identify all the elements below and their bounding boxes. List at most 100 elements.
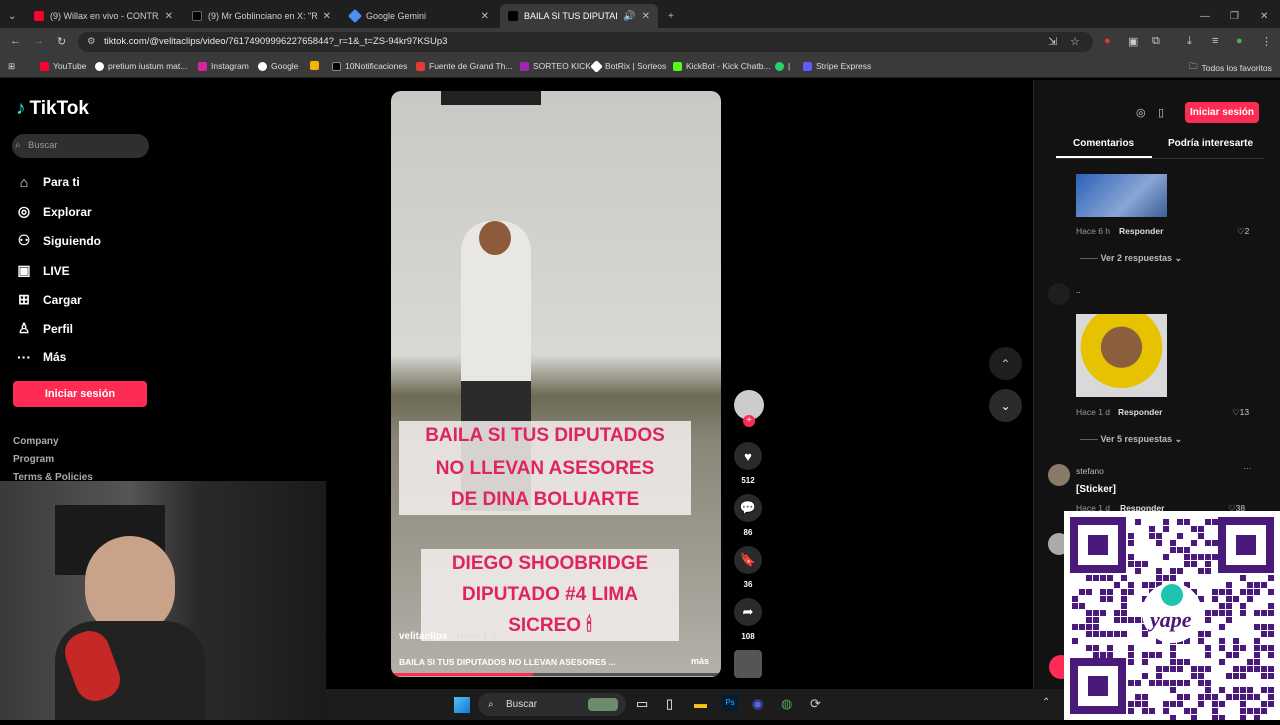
comment-sticker-image[interactable] [1076, 174, 1167, 217]
bookmark-google[interactable]: Google [258, 61, 298, 71]
tab-comentarios[interactable]: Comentarios [1073, 138, 1134, 149]
bookmark-pinwheel[interactable] [310, 61, 319, 70]
maximize-button[interactable]: ❐ [1222, 4, 1246, 28]
windows-start-icon[interactable] [454, 697, 470, 713]
close-icon[interactable]: ✕ [323, 11, 331, 22]
install-icon[interactable]: ⇲ [1048, 35, 1057, 48]
extension-icon[interactable]: ▣ [1128, 35, 1138, 48]
video-more-link[interactable]: más [691, 656, 709, 666]
view-replies-button[interactable]: —— Ver 2 respuestas ⌄ [1080, 253, 1182, 264]
search-input[interactable]: ⌕ Buscar [12, 134, 149, 158]
tab-x[interactable]: (9) Mr Goblinciano en X: "RAFA✕ [184, 4, 339, 28]
comment-user[interactable]: stefano [1076, 466, 1104, 476]
all-favorites[interactable]: 🗀 Todos los favoritos [1189, 61, 1272, 75]
bookmark-youtube[interactable]: YouTube [40, 61, 86, 71]
close-icon[interactable]: ✕ [642, 11, 650, 22]
close-icon[interactable]: ✕ [165, 11, 173, 22]
nav-explorar[interactable]: ◎ Explorar [16, 203, 92, 220]
audio-icon[interactable]: 🔊 [623, 11, 635, 22]
video-author[interactable]: velitaclips [399, 631, 447, 642]
reload-icon[interactable]: ↻ [57, 35, 66, 48]
file-explorer-icon[interactable]: ▬ [694, 696, 707, 711]
download-icon[interactable]: ⤓ [1187, 35, 1192, 48]
bookmark-kickbot[interactable]: KickBot - Kick Chatb... [673, 61, 771, 71]
next-video-button[interactable]: ⌄ [989, 389, 1022, 422]
back-icon[interactable]: ← [10, 35, 21, 47]
url-field[interactable]: ⚙ tiktok.com/@velitaclips/video/76174909… [78, 32, 1093, 52]
nav-perfil[interactable]: ♙ Perfil [16, 320, 73, 337]
taskbar-search[interactable]: ⌕ Buscar [478, 693, 626, 716]
app-icon[interactable]: ⟳ [810, 696, 821, 712]
discord-icon[interactable]: ◉ [752, 696, 763, 712]
footer-company[interactable]: Company [13, 436, 59, 447]
tray-chevron-up-icon[interactable]: ⌃ [1042, 697, 1050, 708]
tiktok-logo[interactable]: ♪ TikTok [16, 98, 89, 120]
like-button[interactable]: ♥ 512 [734, 442, 762, 485]
nav-siguiendo[interactable]: ⚇ Siguiendo [16, 232, 101, 249]
nav-para-ti[interactable]: ⌂ Para ti [16, 174, 80, 190]
tab-podria-interesarte[interactable]: Podría interesarte [1168, 138, 1253, 149]
coin-icon[interactable]: ◎ [1136, 106, 1146, 119]
bookmark-whatsapp[interactable]: | [775, 61, 790, 71]
nav-live[interactable]: ▣ LIVE [16, 262, 69, 279]
header-login-button[interactable]: Iniciar sesión [1185, 102, 1259, 123]
comment-icon: 💬 [734, 494, 762, 522]
minimize-button[interactable]: — [1192, 4, 1216, 28]
comment-like[interactable]: ♡2 [1237, 226, 1249, 237]
nav-cargar[interactable]: ⊞ Cargar [16, 291, 82, 308]
avatar[interactable] [1048, 283, 1070, 305]
chevron-down-icon: ⌄ [1172, 434, 1183, 444]
save-button[interactable]: 🔖 36 [734, 546, 762, 589]
apps-icon[interactable]: ⊞ [8, 61, 15, 72]
stripe-icon [803, 61, 812, 71]
window-close-button[interactable]: ✕ [1252, 4, 1276, 28]
app-icon[interactable]: ▯ [666, 696, 673, 712]
tab-tiktok[interactable]: BAILA SI TUS DIPUTADOS N🔊✕ [500, 4, 658, 28]
browser-tab-bar: ⌄ (9) Willax en vivo - CONTRACO✕ (9) Mr … [0, 0, 1280, 28]
music-disc[interactable] [734, 650, 762, 678]
footer-program[interactable]: Program [13, 454, 54, 465]
bookmark-botrix[interactable]: BotRix | Sorteos [590, 59, 666, 73]
view-replies-button[interactable]: —— Ver 5 respuestas ⌄ [1080, 434, 1182, 445]
share-button[interactable]: ➦ 108 [734, 598, 762, 641]
reply-button[interactable]: Responder [1119, 226, 1163, 236]
more-options-icon[interactable]: ··· [1243, 463, 1252, 473]
device-icon[interactable]: ▯ [1158, 106, 1164, 119]
author-avatar[interactable]: + [734, 390, 764, 427]
previous-video-button[interactable]: ⌃ [989, 347, 1022, 380]
site-info-icon[interactable]: ⚙ [87, 32, 96, 52]
bookmark-instagram[interactable]: Instagram [198, 61, 249, 71]
tab-gemini[interactable]: Google Gemini ✕ [342, 4, 497, 28]
video-progress-track[interactable] [391, 673, 721, 676]
comment-sticker-image[interactable] [1076, 314, 1167, 397]
photoshop-icon[interactable]: Ps [722, 695, 738, 711]
follow-plus-icon[interactable]: + [743, 415, 755, 427]
chrome-icon[interactable]: ◍ [781, 696, 792, 712]
reply-button[interactable]: Responder [1118, 407, 1162, 417]
bookmark-notificaciones[interactable]: 10Notificaciones [332, 61, 407, 71]
youtube-icon [34, 11, 44, 21]
media-icon[interactable]: ≡ [1212, 35, 1218, 47]
bookmark-stripe[interactable]: Stripe Express [803, 61, 871, 71]
avatar[interactable] [1048, 464, 1070, 486]
task-view-icon[interactable]: ▭ [636, 696, 648, 712]
chevron-up-icon: ⌃ [1000, 356, 1011, 371]
comment-like[interactable]: ♡13 [1232, 407, 1249, 418]
bookmark-gta[interactable]: Fuente de Grand Th... [416, 61, 512, 71]
nav-mas[interactable]: ··· Más [16, 349, 66, 365]
forward-icon[interactable]: → [33, 35, 44, 47]
tab-list-button[interactable]: ⌄ [0, 4, 26, 28]
comment-button[interactable]: 💬 86 [734, 494, 762, 537]
video-player[interactable]: BAILA SI TUS DIPUTADOS NO LLEVAN ASESORE… [391, 91, 721, 677]
bookmark-sorteo-kick[interactable]: SORTEO KICK [520, 61, 591, 71]
login-button[interactable]: Iniciar sesión [13, 381, 147, 407]
profile-avatar-icon[interactable]: ● [1236, 35, 1243, 47]
bookmark-pretium[interactable]: pretium iustum mat... [95, 61, 187, 71]
menu-icon[interactable]: ⋮ [1261, 35, 1272, 48]
bookmark-star-icon[interactable]: ☆ [1070, 35, 1080, 48]
puzzle-icon[interactable]: ⧉ [1152, 35, 1160, 48]
close-icon[interactable]: ✕ [481, 11, 489, 22]
new-tab-button[interactable]: + [660, 4, 682, 28]
extension-red-icon[interactable]: ● [1104, 35, 1111, 47]
tab-willax[interactable]: (9) Willax en vivo - CONTRACO✕ [26, 4, 181, 28]
